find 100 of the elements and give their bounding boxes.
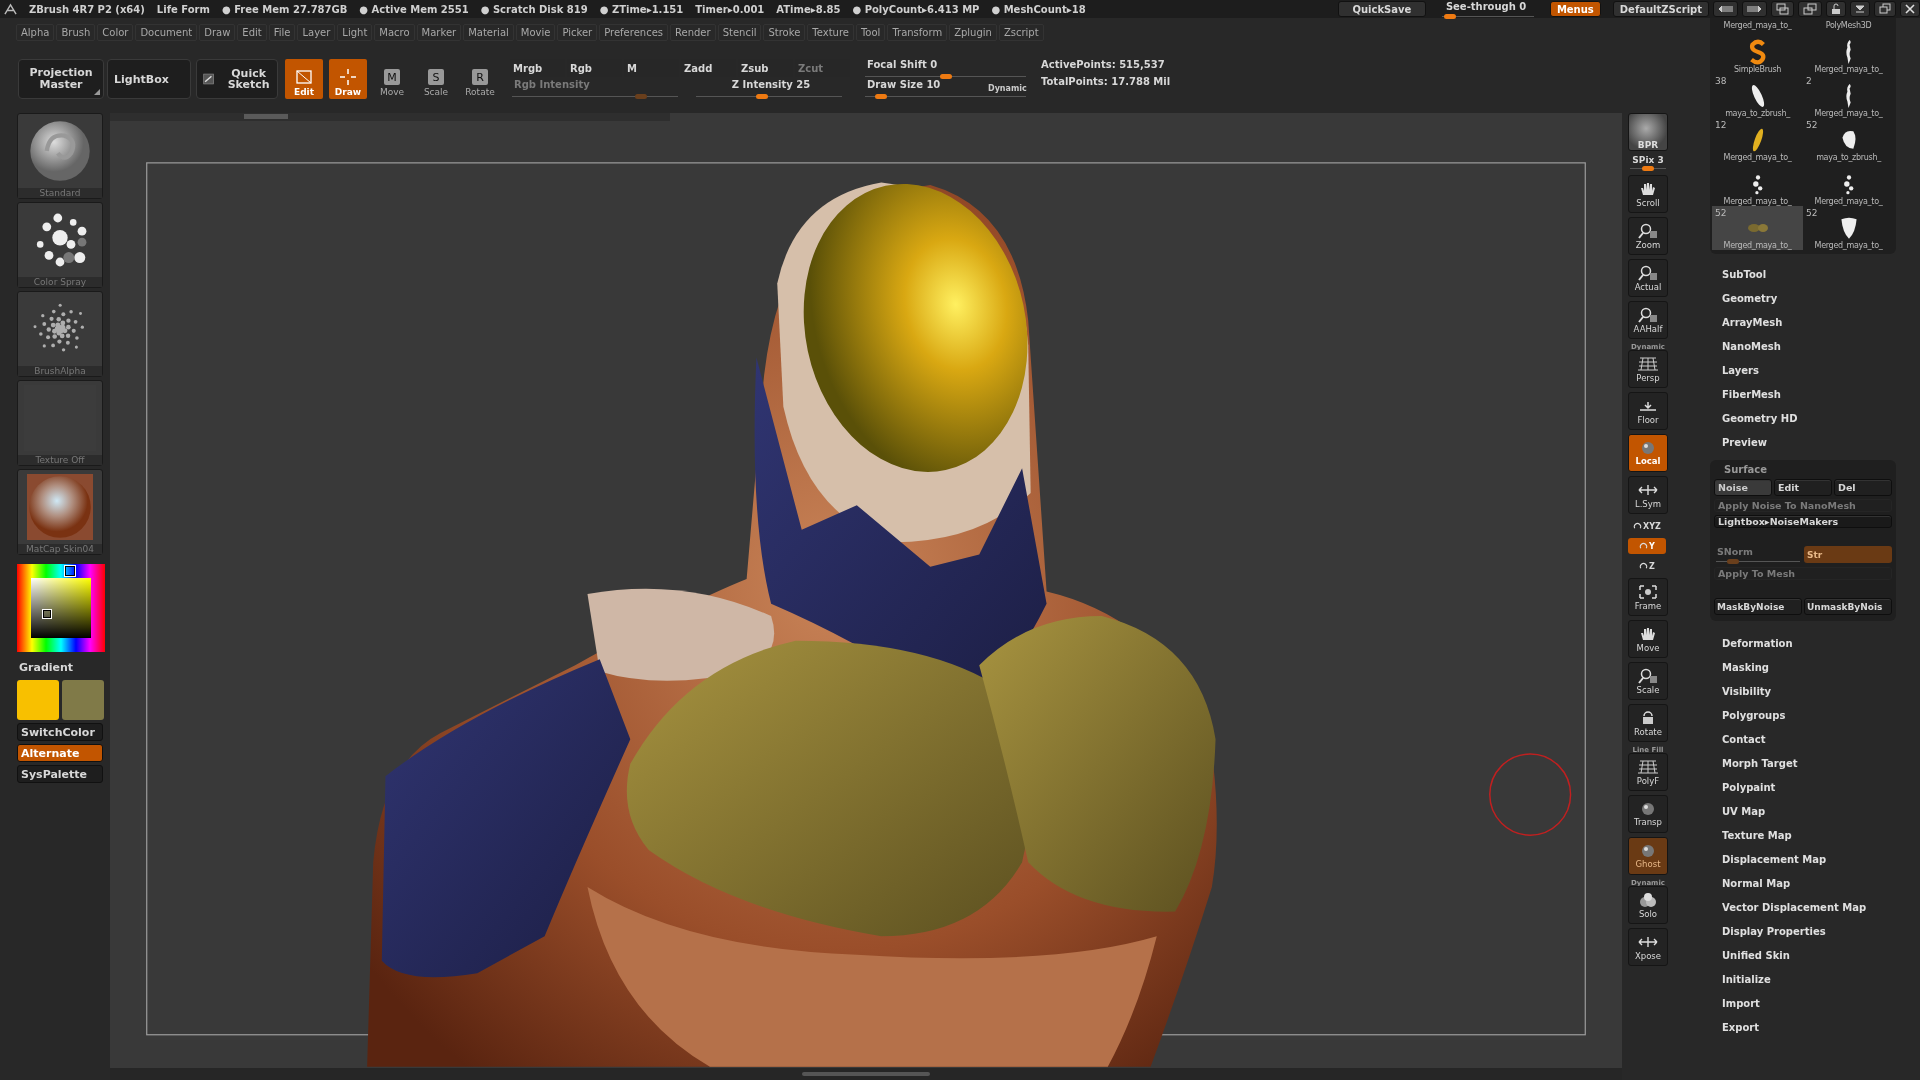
color-swatch[interactable] bbox=[62, 680, 104, 720]
mode-button[interactable]: Edit bbox=[285, 59, 323, 99]
view-button[interactable]: Scale bbox=[1628, 662, 1668, 700]
mode-button[interactable]: Draw bbox=[329, 59, 367, 99]
view-button[interactable]: Frame bbox=[1628, 578, 1668, 616]
palette-scroll-button[interactable] bbox=[1742, 1, 1767, 17]
menu-item[interactable]: Tool bbox=[855, 23, 886, 41]
palette-item[interactable]: UV Map bbox=[1722, 799, 1900, 823]
palette-item[interactable]: Masking bbox=[1722, 655, 1900, 679]
tool-thumbnail[interactable]: Merged_maya_to_ bbox=[1712, 18, 1803, 30]
tool-thumbnail[interactable]: PolyMesh3D bbox=[1803, 18, 1894, 30]
minimize-button[interactable] bbox=[1850, 1, 1870, 17]
mask-button[interactable]: MaskByNoise bbox=[1714, 598, 1802, 615]
lightbox-button[interactable]: LightBox bbox=[107, 59, 191, 99]
menu-item[interactable]: File bbox=[268, 23, 296, 41]
mode-button[interactable]: M Move bbox=[373, 59, 411, 99]
menu-item[interactable]: Preferences bbox=[599, 23, 668, 41]
dynamic-button[interactable]: Dynamic bbox=[988, 84, 1027, 93]
tool-thumbnail[interactable]: 52 Merged_maya_to_ bbox=[1712, 206, 1803, 250]
menu-item[interactable]: Material bbox=[463, 23, 514, 41]
view-button[interactable]: Rotate bbox=[1628, 704, 1668, 742]
view-button[interactable]: Solo bbox=[1628, 886, 1668, 924]
menu-item[interactable]: Picker bbox=[557, 23, 598, 41]
menu-item[interactable]: Marker bbox=[416, 23, 462, 41]
palette-item[interactable]: Initialize bbox=[1722, 967, 1900, 991]
view-button[interactable]: AAHalf bbox=[1628, 301, 1668, 339]
quicksave-button[interactable]: QuickSave bbox=[1337, 1, 1426, 17]
view-button[interactable]: Actual bbox=[1628, 259, 1668, 297]
script-button[interactable]: DefaultZScript bbox=[1612, 1, 1709, 17]
tool-thumbnail[interactable]: SimpleBrush bbox=[1712, 30, 1803, 74]
menu-item[interactable]: Transform bbox=[887, 23, 948, 41]
menu-item[interactable]: Light bbox=[337, 23, 373, 41]
menu-item[interactable]: Draw bbox=[199, 23, 236, 41]
color-option-button[interactable]: SwitchColor bbox=[17, 723, 103, 741]
scrollbar[interactable] bbox=[110, 113, 670, 121]
view-button[interactable]: L.Sym bbox=[1628, 476, 1668, 514]
palette-item[interactable]: Morph Target bbox=[1722, 751, 1900, 775]
tool-thumbnail[interactable]: Merged_maya_to_ bbox=[1803, 30, 1894, 74]
palette-item[interactable]: Export bbox=[1722, 1015, 1900, 1039]
menu-item[interactable]: Render bbox=[670, 23, 716, 41]
view-button[interactable]: Transp bbox=[1628, 795, 1668, 833]
noise-option-button[interactable]: Del bbox=[1834, 479, 1892, 496]
palette-item[interactable]: Polypaint bbox=[1722, 775, 1900, 799]
menu-item[interactable]: Macro bbox=[374, 23, 415, 41]
menu-item[interactable]: Texture bbox=[807, 23, 854, 41]
tool-thumbnail[interactable]: 38 maya_to_zbrush_ bbox=[1712, 74, 1803, 118]
palette-item[interactable]: Polygroups bbox=[1722, 703, 1900, 727]
menu-item[interactable]: Movie bbox=[515, 23, 556, 41]
palette-item[interactable]: SubTool bbox=[1722, 262, 1900, 286]
slider-thumb[interactable] bbox=[1444, 14, 1457, 19]
layout-button[interactable] bbox=[1771, 1, 1794, 17]
palette-item[interactable]: Visibility bbox=[1722, 679, 1900, 703]
palette-item[interactable]: Unified Skin bbox=[1722, 943, 1900, 967]
mask-button[interactable]: UnmaskByNois bbox=[1804, 598, 1892, 615]
tool-thumbnail[interactable]: 52 Merged_maya_to_ bbox=[1803, 206, 1894, 250]
layout-button[interactable] bbox=[1798, 1, 1822, 17]
quick-sketch-button[interactable]: Quick Sketch bbox=[196, 59, 278, 99]
palette-item[interactable]: Import bbox=[1722, 991, 1900, 1015]
slider-thumb[interactable] bbox=[755, 94, 768, 99]
color-picker[interactable] bbox=[17, 564, 105, 652]
projection-master-button[interactable]: Projection Master bbox=[18, 59, 104, 99]
palette-item[interactable]: Geometry HD bbox=[1722, 406, 1900, 430]
menu-item[interactable]: Alpha bbox=[16, 23, 55, 41]
menu-item[interactable]: Zscript bbox=[998, 23, 1044, 41]
slider-thumb[interactable] bbox=[1642, 166, 1654, 171]
palette-header[interactable]: Surface bbox=[1714, 462, 1892, 476]
tool-thumbnail[interactable]: 2 Merged_maya_to_ bbox=[1803, 74, 1894, 118]
viewport[interactable] bbox=[110, 113, 1622, 1080]
palette-item[interactable]: Deformation bbox=[1722, 631, 1900, 655]
noise-option-button[interactable]: Edit bbox=[1774, 479, 1832, 496]
menu-item[interactable]: Brush bbox=[56, 23, 96, 41]
view-button[interactable]: Xpose bbox=[1628, 928, 1668, 966]
noise-option-button[interactable]: Noise bbox=[1714, 479, 1772, 496]
palette-item[interactable]: Texture Map bbox=[1722, 823, 1900, 847]
menu-item[interactable]: Stroke bbox=[763, 23, 806, 41]
slider-thumb[interactable] bbox=[875, 94, 888, 99]
mode-button[interactable]: S Scale bbox=[417, 59, 455, 99]
tool-thumbnail[interactable]: Merged_maya_to_ bbox=[1803, 162, 1894, 206]
bpr-button[interactable]: BPR bbox=[1628, 113, 1668, 151]
view-button[interactable]: Local bbox=[1628, 434, 1668, 472]
palette-item[interactable]: Normal Map bbox=[1722, 871, 1900, 895]
see-through-slider[interactable]: See-through 0 bbox=[1437, 1, 1538, 17]
menus-button[interactable]: Menus bbox=[1549, 1, 1601, 17]
tool-thumbnail[interactable]: 52 maya_to_zbrush_ bbox=[1803, 118, 1894, 162]
menu-item[interactable]: Stencil bbox=[717, 23, 762, 41]
lightbox-link-button[interactable]: Lightbox▸NoiseMakers bbox=[1714, 515, 1892, 528]
spix-slider[interactable]: SPix 3 bbox=[1628, 155, 1668, 171]
slider-thumb[interactable] bbox=[939, 74, 952, 79]
color-swatch[interactable] bbox=[17, 680, 59, 720]
close-button[interactable] bbox=[1900, 1, 1920, 17]
palette-item[interactable]: ArrayMesh bbox=[1722, 310, 1900, 334]
palette-item[interactable]: Display Properties bbox=[1722, 919, 1900, 943]
menu-item[interactable]: Layer bbox=[297, 23, 336, 41]
palette-item[interactable]: Layers bbox=[1722, 358, 1900, 382]
palette-item[interactable]: FiberMesh bbox=[1722, 382, 1900, 406]
menu-item[interactable]: Document bbox=[135, 23, 198, 41]
mode-button[interactable]: R Rotate bbox=[461, 59, 499, 99]
focal-shift-slider[interactable]: Focal Shift 0 bbox=[863, 59, 1028, 79]
view-button[interactable]: PolyF bbox=[1628, 753, 1668, 791]
lock-button[interactable] bbox=[1826, 1, 1846, 17]
